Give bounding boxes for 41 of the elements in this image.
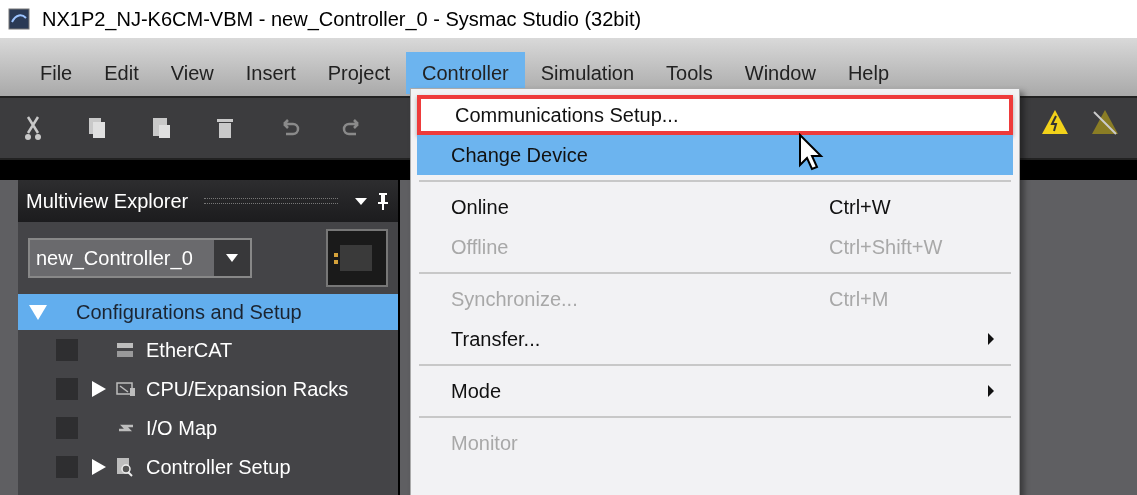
crossed-warning-icon[interactable] [1090,108,1120,136]
app-icon [8,8,30,30]
caret-icon [225,253,239,263]
menu-item[interactable]: Help [831,52,906,94]
cursor-icon [798,133,824,173]
warning-icon[interactable] [1040,108,1070,136]
menu-item[interactable]: View [154,52,230,94]
controller-select[interactable]: new_Controller_0 [28,238,252,278]
menu-item[interactable]: Window [728,52,832,94]
menu-item[interactable]: File [24,52,89,94]
menu-item[interactable]: Simulation [524,52,651,94]
menu-entry[interactable]: Transfer... [417,319,1013,359]
tree-item[interactable]: Configurations and Setup [18,294,398,330]
menu-entry[interactable]: Mode [417,371,1013,411]
tree-item[interactable]: EtherCAT [18,330,398,369]
menu-entry[interactable]: Communications Setup... [417,95,1013,135]
menu-entry[interactable]: Online Ctrl+W [417,187,1013,227]
dropdown-icon[interactable] [354,196,368,206]
menu-item[interactable]: Insert [229,52,312,94]
rack-icon [116,379,136,398]
network-icon [116,340,134,359]
tree-label: CPU/Expansion Racks [146,376,349,402]
document-magnifier-icon [116,456,134,477]
shortcut-label: Ctrl+M [829,287,890,312]
tree-label: EtherCAT [146,337,233,363]
tree-item[interactable]: CPU/Expansion Racks [18,369,398,408]
menu-item[interactable]: Project [311,52,406,94]
tree-label: I/O Map [146,415,218,441]
menu-item[interactable]: Edit [88,52,155,94]
window-title: NX1P2_NJ-K6CM-VBM - new_Controller_0 - Sysmac Studio (32bit) [42,7,642,33]
pin-icon[interactable] [376,192,390,210]
tree-item[interactable]: I/O Map [18,408,398,447]
shortcut-label: Ctrl+Shift+W [829,235,944,260]
expand-icon [28,303,48,321]
tree-item[interactable]: Controller Setup [18,447,398,486]
shortcut-label: Ctrl+W [829,195,892,220]
menu-item[interactable]: Tools [650,52,729,94]
panel-title: Multiview Explorer [26,189,189,214]
tree-label: Controller Setup [146,454,291,480]
menu-entry[interactable]: Change Device [417,135,1013,175]
controller-device-icon[interactable] [326,229,388,287]
